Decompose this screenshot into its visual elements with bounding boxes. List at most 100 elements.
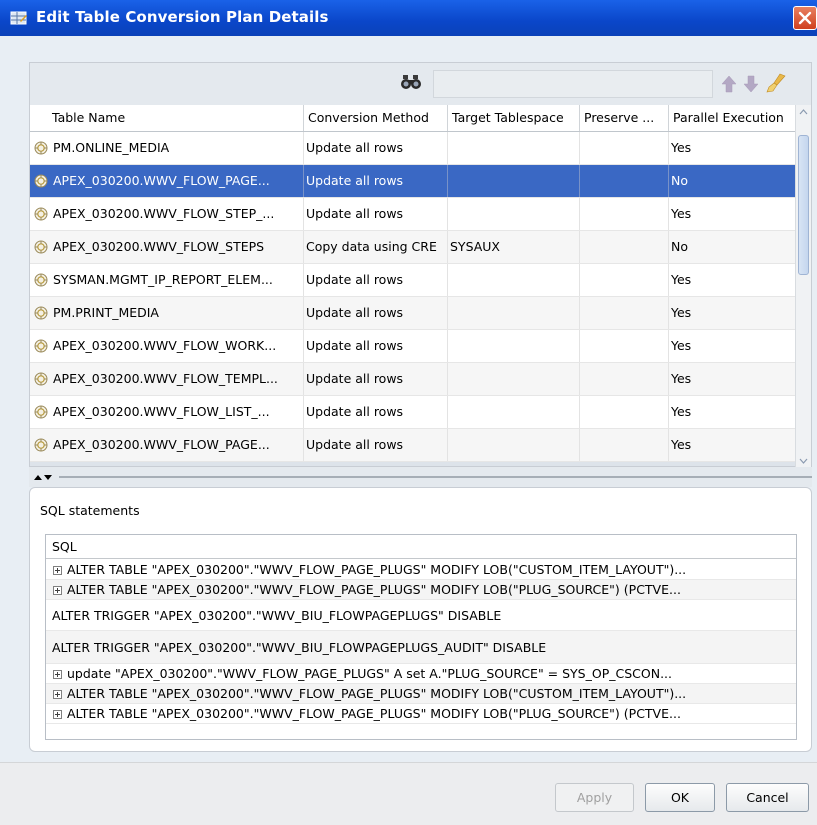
- close-icon: [798, 11, 812, 25]
- cell-parallel-execution: Yes: [671, 206, 692, 221]
- search-input[interactable]: [433, 70, 713, 98]
- dialog-window: Edit Table Conversion Plan Details Table…: [0, 0, 817, 825]
- sql-column-header[interactable]: SQL: [46, 535, 796, 559]
- column-header-target-tablespace[interactable]: Target Tablespace: [448, 105, 580, 131]
- column-header-parallel-execution[interactable]: Parallel Execution: [669, 105, 795, 131]
- cell-conversion-method: Update all rows: [304, 198, 448, 230]
- expand-plus-icon[interactable]: [53, 670, 62, 679]
- cell-target-tablespace: [448, 132, 580, 164]
- dialog-button-bar: Apply OK Cancel: [0, 762, 817, 825]
- sql-row[interactable]: ALTER TRIGGER "APEX_030200"."WWV_BIU_FLO…: [46, 600, 796, 631]
- cell-preserve: [580, 231, 669, 263]
- clear-brush-icon[interactable]: [765, 73, 787, 93]
- sql-statements-table: SQL ALTER TABLE "APEX_030200"."WWV_FLOW_…: [45, 534, 797, 740]
- cell-preserve: [580, 165, 669, 197]
- table-row[interactable]: PM.ONLINE_MEDIA Update all rows Yes: [30, 132, 795, 165]
- table-row[interactable]: APEX_030200.WWV_FLOW_PAGE... Update all r…: [30, 429, 795, 462]
- table-vertical-scrollbar[interactable]: [795, 105, 811, 468]
- cell-target-tablespace: [448, 363, 580, 395]
- cell-conversion-method: Update all rows: [304, 264, 448, 296]
- cell-table-name: APEX_030200.WWV_FLOW_LIST_...: [30, 396, 304, 428]
- cell-preserve: [580, 396, 669, 428]
- cell-conversion-method: Update all rows: [304, 297, 448, 329]
- table-row[interactable]: APEX_030200.WWV_FLOW_STEPS Copy data usin…: [30, 231, 795, 264]
- search-toolbar: [30, 63, 811, 105]
- sql-statement-text: ALTER TRIGGER "APEX_030200"."WWV_BIU_FLO…: [52, 608, 502, 623]
- cell-conversion-method: Update all rows: [304, 330, 448, 362]
- window-title: Edit Table Conversion Plan Details: [36, 8, 329, 26]
- table-row[interactable]: APEX_030200.WWV_FLOW_PAGE... Update all r…: [30, 165, 795, 198]
- move-down-icon[interactable]: [743, 75, 759, 93]
- ok-button[interactable]: OK: [645, 783, 715, 812]
- cell-target-tablespace: [448, 264, 580, 296]
- cancel-button[interactable]: Cancel: [726, 783, 809, 812]
- sql-statements-label: SQL statements: [40, 503, 140, 518]
- sql-row[interactable]: ALTER TABLE "APEX_030200"."WWV_FLOW_PAGE…: [46, 684, 796, 704]
- column-header-conversion-method[interactable]: Conversion Method: [304, 105, 448, 131]
- table-row[interactable]: APEX_030200.WWV_FLOW_LIST_... Update all …: [30, 396, 795, 429]
- table-row[interactable]: APEX_030200.WWV_FLOW_STEP_... Update all …: [30, 198, 795, 231]
- sql-statements-panel: SQL statements SQL ALTER TABLE "APEX_030…: [29, 487, 812, 752]
- sql-row[interactable]: update "APEX_030200"."WWV_FLOW_PAGE_PLUG…: [46, 664, 796, 684]
- edit-table-app-icon: [10, 11, 27, 25]
- binoculars-icon[interactable]: [401, 73, 421, 91]
- cell-table-name: SYSMAN.MGMT_IP_REPORT_ELEM...: [30, 264, 304, 296]
- sql-statement-text: ALTER TABLE "APEX_030200"."WWV_FLOW_PAGE…: [67, 686, 687, 701]
- cell-target-tablespace: SYSAUX: [448, 231, 580, 263]
- cell-table-name: APEX_030200.WWV_FLOW_WORK...: [30, 330, 304, 362]
- splitter-collapse-arrows-icon[interactable]: [33, 472, 55, 482]
- cell-parallel-execution: Yes: [671, 338, 692, 353]
- cell-conversion-method: Update all rows: [304, 132, 448, 164]
- cell-conversion-method: Update all rows: [304, 396, 448, 428]
- sql-row[interactable]: ALTER TABLE "APEX_030200"."WWV_FLOW_PAGE…: [46, 704, 796, 724]
- table-row[interactable]: APEX_030200.WWV_FLOW_WORK... Update all r…: [30, 330, 795, 363]
- sql-statement-text: ALTER TABLE "APEX_030200"."WWV_FLOW_PAGE…: [67, 706, 681, 721]
- cell-parallel-execution: No: [671, 173, 688, 188]
- cell-parallel-execution: Yes: [671, 437, 692, 452]
- sql-statement-text: ALTER TABLE "APEX_030200"."WWV_FLOW_PAGE…: [67, 582, 681, 597]
- sql-row[interactable]: ALTER TABLE "APEX_030200"."WWV_FLOW_PAGE…: [46, 560, 796, 580]
- scroll-up-arrow-icon[interactable]: [799, 109, 808, 115]
- expand-plus-icon[interactable]: [53, 710, 62, 719]
- cell-table-name: APEX_030200.WWV_FLOW_STEPS: [30, 231, 304, 263]
- expand-plus-icon[interactable]: [53, 566, 62, 575]
- expand-plus-icon[interactable]: [53, 586, 62, 595]
- cell-preserve: [580, 330, 669, 362]
- title-bar[interactable]: Edit Table Conversion Plan Details: [0, 0, 817, 36]
- expand-plus-icon[interactable]: [53, 690, 62, 699]
- table-scrollbar-thumb[interactable]: [798, 135, 809, 275]
- cell-table-name: APEX_030200.WWV_FLOW_PAGE...: [30, 429, 304, 461]
- cell-preserve: [580, 132, 669, 164]
- cell-parallel-execution: No: [671, 239, 688, 254]
- sql-row[interactable]: ALTER TRIGGER "APEX_030200"."WWV_BIU_FLO…: [46, 631, 796, 664]
- cell-parallel-execution: Yes: [671, 305, 692, 320]
- sql-row[interactable]: ALTER TABLE "APEX_030200"."WWV_FLOW_PAGE…: [46, 580, 796, 600]
- cell-preserve: [580, 198, 669, 230]
- apply-button[interactable]: Apply: [555, 783, 634, 812]
- column-header-preserve[interactable]: Preserve ...: [580, 105, 669, 131]
- cell-preserve: [580, 264, 669, 296]
- cell-table-name: PM.ONLINE_MEDIA: [30, 132, 304, 164]
- column-header-table-name[interactable]: Table Name: [30, 105, 304, 131]
- panel-splitter[interactable]: [29, 467, 812, 487]
- table-row[interactable]: SYSMAN.MGMT_IP_REPORT_ELEM... Update all …: [30, 264, 795, 297]
- table-row[interactable]: APEX_030200.WWV_FLOW_TEMPL... Update all …: [30, 363, 795, 396]
- close-button[interactable]: [793, 6, 817, 30]
- cell-target-tablespace: [448, 165, 580, 197]
- cell-target-tablespace: [448, 198, 580, 230]
- cell-table-name: APEX_030200.WWV_FLOW_TEMPL...: [30, 363, 304, 395]
- cell-table-name: PM.PRINT_MEDIA: [30, 297, 304, 329]
- cell-parallel-execution: Yes: [671, 140, 692, 155]
- cell-target-tablespace: [448, 429, 580, 461]
- cell-conversion-method: Update all rows: [304, 165, 448, 197]
- sql-statement-text: ALTER TABLE "APEX_030200"."WWV_FLOW_PAGE…: [67, 562, 687, 577]
- cell-conversion-method: Copy data using CRE: [304, 231, 448, 263]
- sql-statement-text: ALTER TRIGGER "APEX_030200"."WWV_BIU_FLO…: [52, 640, 547, 655]
- table-row[interactable]: PM.PRINT_MEDIA Update all rows Yes: [30, 297, 795, 330]
- move-up-icon[interactable]: [721, 75, 737, 93]
- cell-preserve: [580, 429, 669, 461]
- cell-table-name: APEX_030200.WWV_FLOW_STEP_...: [30, 198, 304, 230]
- scroll-down-arrow-icon[interactable]: [799, 458, 808, 464]
- cell-conversion-method: Update all rows: [304, 429, 448, 461]
- cell-parallel-execution: Yes: [671, 371, 692, 386]
